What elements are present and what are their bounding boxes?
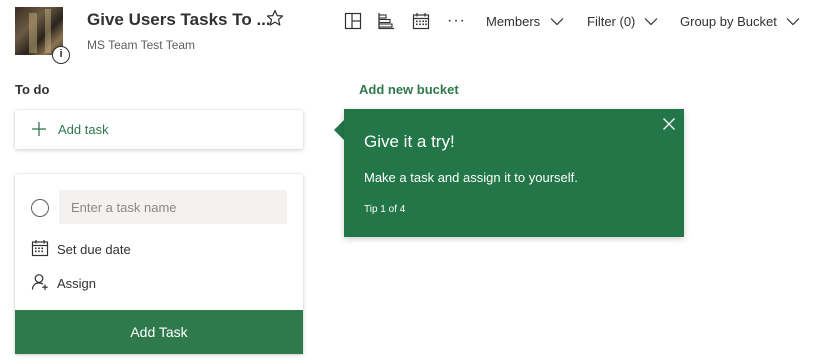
teaching-callout: Give it a try! Make a task and assign it… <box>344 109 684 237</box>
set-due-date-button[interactable]: Set due date <box>57 242 131 257</box>
schedule-view-icon[interactable] <box>412 12 430 30</box>
filter-button[interactable]: Filter (0) <box>587 14 635 29</box>
add-new-bucket-link[interactable]: Add new bucket <box>359 82 459 97</box>
callout-body: Make a task and assign it to yourself. <box>364 170 578 185</box>
assign-button[interactable]: Assign <box>57 276 96 291</box>
new-task-card: Set due date Assign Add Task <box>15 174 303 354</box>
info-icon[interactable]: i <box>52 46 70 64</box>
star-icon[interactable] <box>266 9 284 27</box>
callout-title: Give it a try! <box>364 132 455 151</box>
complete-task-checkbox[interactable] <box>31 199 49 217</box>
board-view-icon[interactable] <box>344 12 362 30</box>
task-name-input[interactable] <box>59 190 287 224</box>
assign-person-icon <box>31 274 48 290</box>
chevron-down-icon[interactable] <box>786 17 800 26</box>
chevron-down-icon[interactable] <box>550 17 564 26</box>
add-task-submit-button[interactable]: Add Task <box>15 310 303 354</box>
callout-tip-counter: Tip 1 of 4 <box>364 204 406 215</box>
add-task-label: Add task <box>58 122 109 137</box>
group-by-button[interactable]: Group by Bucket <box>680 14 777 29</box>
chevron-down-icon[interactable] <box>644 17 658 26</box>
group-name[interactable]: MS Team Test Team <box>87 38 195 52</box>
plan-title: Give Users Tasks To ... <box>87 10 271 29</box>
add-task-button[interactable]: Add task <box>15 110 303 149</box>
calendar-icon <box>31 240 49 257</box>
bucket-title[interactable]: To do <box>15 82 49 97</box>
chart-view-icon[interactable] <box>377 12 395 30</box>
members-button[interactable]: Members <box>486 14 540 29</box>
close-icon[interactable] <box>662 117 676 131</box>
more-icon[interactable]: ··· <box>447 12 466 30</box>
plus-icon <box>32 122 46 136</box>
